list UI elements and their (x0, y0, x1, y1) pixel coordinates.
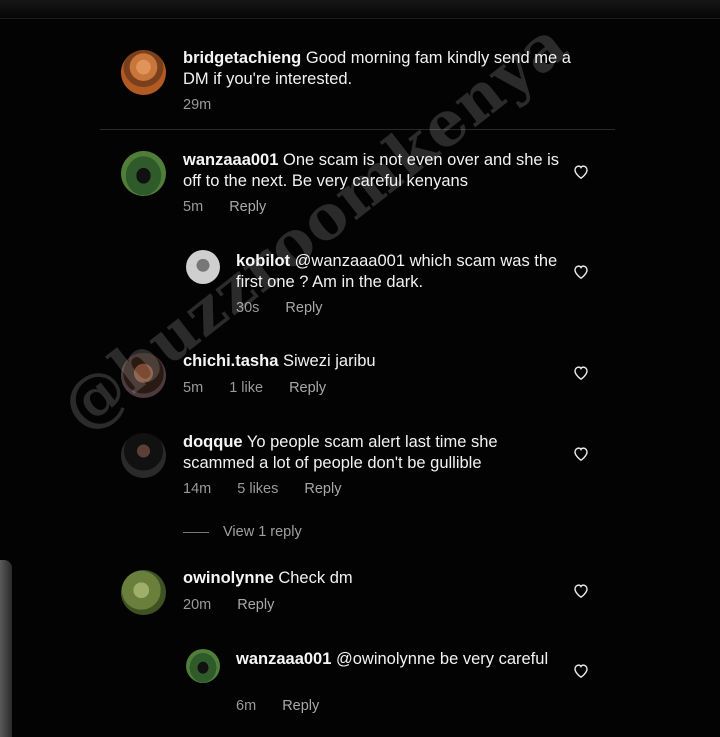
avatar[interactable] (121, 570, 166, 615)
comment-text: kobilot @wanzaaa001 which scam was the f… (236, 251, 561, 293)
reply-button[interactable]: Reply (229, 199, 266, 215)
comment-body: @owinolynne be very careful (336, 650, 549, 668)
comment-body: Siwezi jaribu (282, 352, 376, 370)
comment-meta: 20m Reply (183, 597, 296, 613)
comment-meta: 5m 1 like Reply (183, 380, 348, 396)
comment-username[interactable]: chichi.tasha (183, 352, 278, 370)
comment-meta: 6m Reply (236, 698, 341, 714)
comment-text: bridgetachieng Good morning fam kindly s… (183, 48, 583, 90)
comment-likes[interactable]: 1 like (229, 380, 263, 396)
comment-text: wanzaaa001 One scam is not even over and… (183, 150, 568, 192)
comment-time: 5m (183, 199, 204, 215)
avatar[interactable] (121, 151, 166, 196)
reply-button[interactable]: Reply (237, 597, 274, 613)
reply-button[interactable]: Reply (304, 481, 341, 497)
comment-likes[interactable]: 5 likes (237, 481, 278, 497)
comment-time: 14m (183, 481, 212, 497)
avatar[interactable] (121, 50, 166, 95)
avatar[interactable] (186, 649, 220, 683)
view-replies-button[interactable]: View 1 reply (183, 524, 302, 540)
comment-username[interactable]: wanzaaa001 (183, 151, 278, 169)
comment-text: owinolynne Check dm (183, 568, 568, 589)
heart-outline-icon[interactable] (573, 164, 589, 179)
comment-time: 29m (183, 97, 212, 113)
heart-outline-icon[interactable] (573, 446, 589, 461)
view-replies-label: View 1 reply (223, 524, 302, 540)
reply-button[interactable]: Reply (282, 698, 319, 714)
comment-time: 20m (183, 597, 212, 613)
avatar[interactable] (121, 353, 166, 398)
heart-outline-icon[interactable] (573, 663, 589, 678)
comments-screen: bridgetachieng Good morning fam kindly s… (0, 0, 720, 737)
comment-meta: 5m Reply (183, 199, 288, 215)
comment-text: chichi.tasha Siwezi jaribu (183, 351, 568, 372)
comment-meta: 29m (183, 97, 233, 113)
comment-username[interactable]: owinolynne (183, 569, 274, 587)
comment-time: 6m (236, 698, 257, 714)
heart-outline-icon[interactable] (573, 264, 589, 279)
comment-time: 30s (236, 300, 260, 316)
reply-button[interactable]: Reply (289, 380, 326, 396)
comment-meta: 30s Reply (236, 300, 345, 316)
caption-divider (100, 129, 615, 130)
view-replies-line (183, 531, 209, 533)
top-bar (0, 0, 720, 19)
heart-outline-icon[interactable] (573, 365, 589, 380)
comment-username[interactable]: bridgetachieng (183, 49, 301, 67)
comment-body: Check dm (278, 569, 353, 587)
comment-username[interactable]: wanzaaa001 (236, 650, 331, 668)
heart-outline-icon[interactable] (573, 583, 589, 598)
reply-button[interactable]: Reply (285, 300, 322, 316)
comment-time: 5m (183, 380, 204, 396)
avatar[interactable] (121, 433, 166, 478)
avatar[interactable] (186, 250, 220, 284)
comment-meta: 14m 5 likes Reply (183, 481, 363, 497)
side-edge (0, 560, 12, 737)
comment-username[interactable]: doqque (183, 433, 243, 451)
comment-text: doqque Yo people scam alert last time sh… (183, 432, 568, 474)
comment-username[interactable]: kobilot (236, 252, 290, 270)
comment-text: wanzaaa001 @owinolynne be very careful (236, 649, 561, 670)
